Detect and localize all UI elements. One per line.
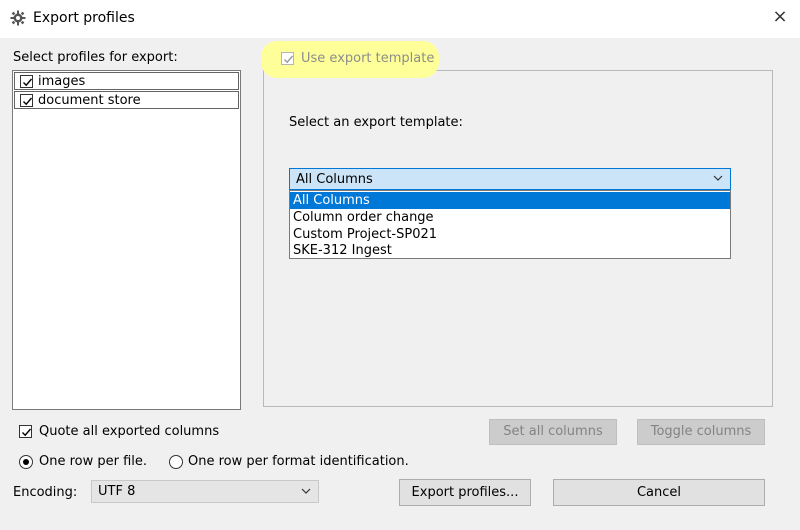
toggle-columns-button[interactable]: Toggle columns	[637, 419, 765, 445]
checkbox[interactable]	[19, 425, 32, 438]
profile-checkbox[interactable]	[20, 75, 33, 88]
dropdown-option[interactable]: SKE-312 Ingest	[290, 242, 730, 259]
set-all-columns-button[interactable]: Set all columns	[489, 419, 617, 445]
dropdown-option[interactable]: Column order change	[290, 209, 730, 226]
list-item[interactable]: images	[14, 72, 239, 90]
checkbox[interactable]	[281, 52, 294, 65]
encoding-label: Encoding:	[13, 485, 78, 500]
profile-label: document store	[38, 93, 141, 108]
dropdown-option[interactable]: Custom Project-SP021	[290, 226, 730, 243]
profiles-label: Select profiles for export:	[13, 50, 178, 65]
radio-one-row-per-file-label: One row per file.	[39, 454, 148, 469]
select-template-label: Select an export template:	[289, 115, 463, 130]
list-item[interactable]: document store	[14, 91, 239, 109]
chevron-down-icon	[712, 171, 724, 188]
profile-label: images	[38, 74, 86, 89]
export-profiles-button[interactable]: Export profiles...	[399, 479, 531, 506]
encoding-select[interactable]: UTF 8	[91, 480, 319, 503]
encoding-value: UTF 8	[98, 484, 136, 499]
cancel-button[interactable]: Cancel	[553, 479, 765, 506]
use-template-label: Use export template	[301, 51, 435, 66]
checkmark-icon	[284, 55, 294, 64]
checkmark-icon	[23, 78, 33, 87]
radio-one-row-per-format[interactable]	[169, 455, 183, 469]
checkmark-icon	[22, 428, 32, 437]
template-select-value: All Columns	[296, 172, 373, 187]
radio-one-row-per-format-label: One row per format identification.	[188, 454, 409, 469]
quote-label: Quote all exported columns	[39, 424, 220, 439]
profile-checkbox[interactable]	[20, 94, 33, 107]
window-title: Export profiles	[33, 10, 135, 26]
template-dropdown-list[interactable]: All Columns Column order change Custom P…	[289, 190, 731, 259]
gear-icon	[10, 10, 26, 26]
template-select[interactable]: All Columns	[289, 168, 731, 190]
radio-one-row-per-file[interactable]	[19, 455, 33, 469]
dropdown-option[interactable]: All Columns	[290, 192, 730, 209]
close-icon[interactable]: ×	[770, 7, 790, 27]
profiles-list[interactable]: images document store	[12, 70, 241, 410]
chevron-down-icon	[300, 484, 312, 501]
radio-dot	[23, 459, 29, 465]
checkmark-icon	[23, 97, 33, 106]
